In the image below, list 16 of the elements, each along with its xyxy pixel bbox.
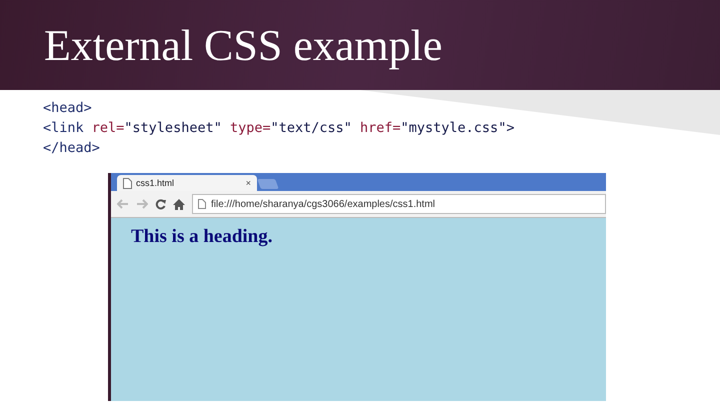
address-bar[interactable]: file:///home/sharanya/cgs3066/examples/css1.html [192, 194, 606, 214]
code-line: <link rel="stylesheet" type="text/css" href="mystyle.css"> [43, 119, 514, 138]
new-tab-button[interactable] [257, 179, 279, 189]
slide-title: External CSS example [44, 20, 442, 70]
page-icon [123, 178, 132, 188]
page-heading: This is a heading. [131, 226, 272, 247]
code-line: </head> [43, 139, 100, 158]
tab-title: css1.html [136, 178, 174, 188]
code-line: <head> [43, 99, 92, 118]
browser-tab[interactable]: css1.html × [117, 175, 257, 191]
reload-icon[interactable] [155, 198, 166, 210]
forward-icon[interactable] [136, 199, 148, 209]
page-icon [198, 199, 206, 209]
back-icon[interactable] [117, 199, 129, 209]
home-icon[interactable] [173, 198, 185, 210]
tab-close[interactable]: × [246, 178, 251, 188]
